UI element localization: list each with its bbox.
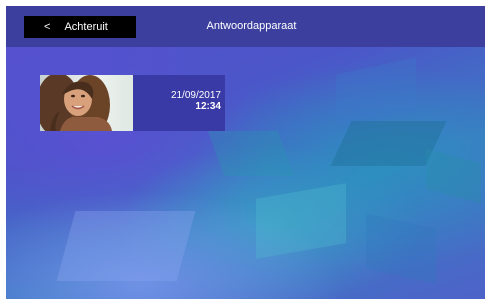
message-list-item[interactable]: 21/09/2017 12:34 (40, 75, 225, 131)
person-photo-icon (40, 75, 133, 131)
page-title: Antwoordapparaat (206, 20, 297, 32)
top-bar: < Achteruit Antwoordapparaat (6, 6, 485, 47)
message-date: 21/09/2017 (170, 90, 221, 101)
visitor-photo-thumbnail (40, 75, 133, 131)
message-meta: 21/09/2017 12:34 (171, 90, 221, 112)
message-time: 12:34 (195, 101, 221, 112)
answering-machine-screen: < Achteruit Antwoordapparaat 21/09/2017 … (6, 6, 485, 299)
